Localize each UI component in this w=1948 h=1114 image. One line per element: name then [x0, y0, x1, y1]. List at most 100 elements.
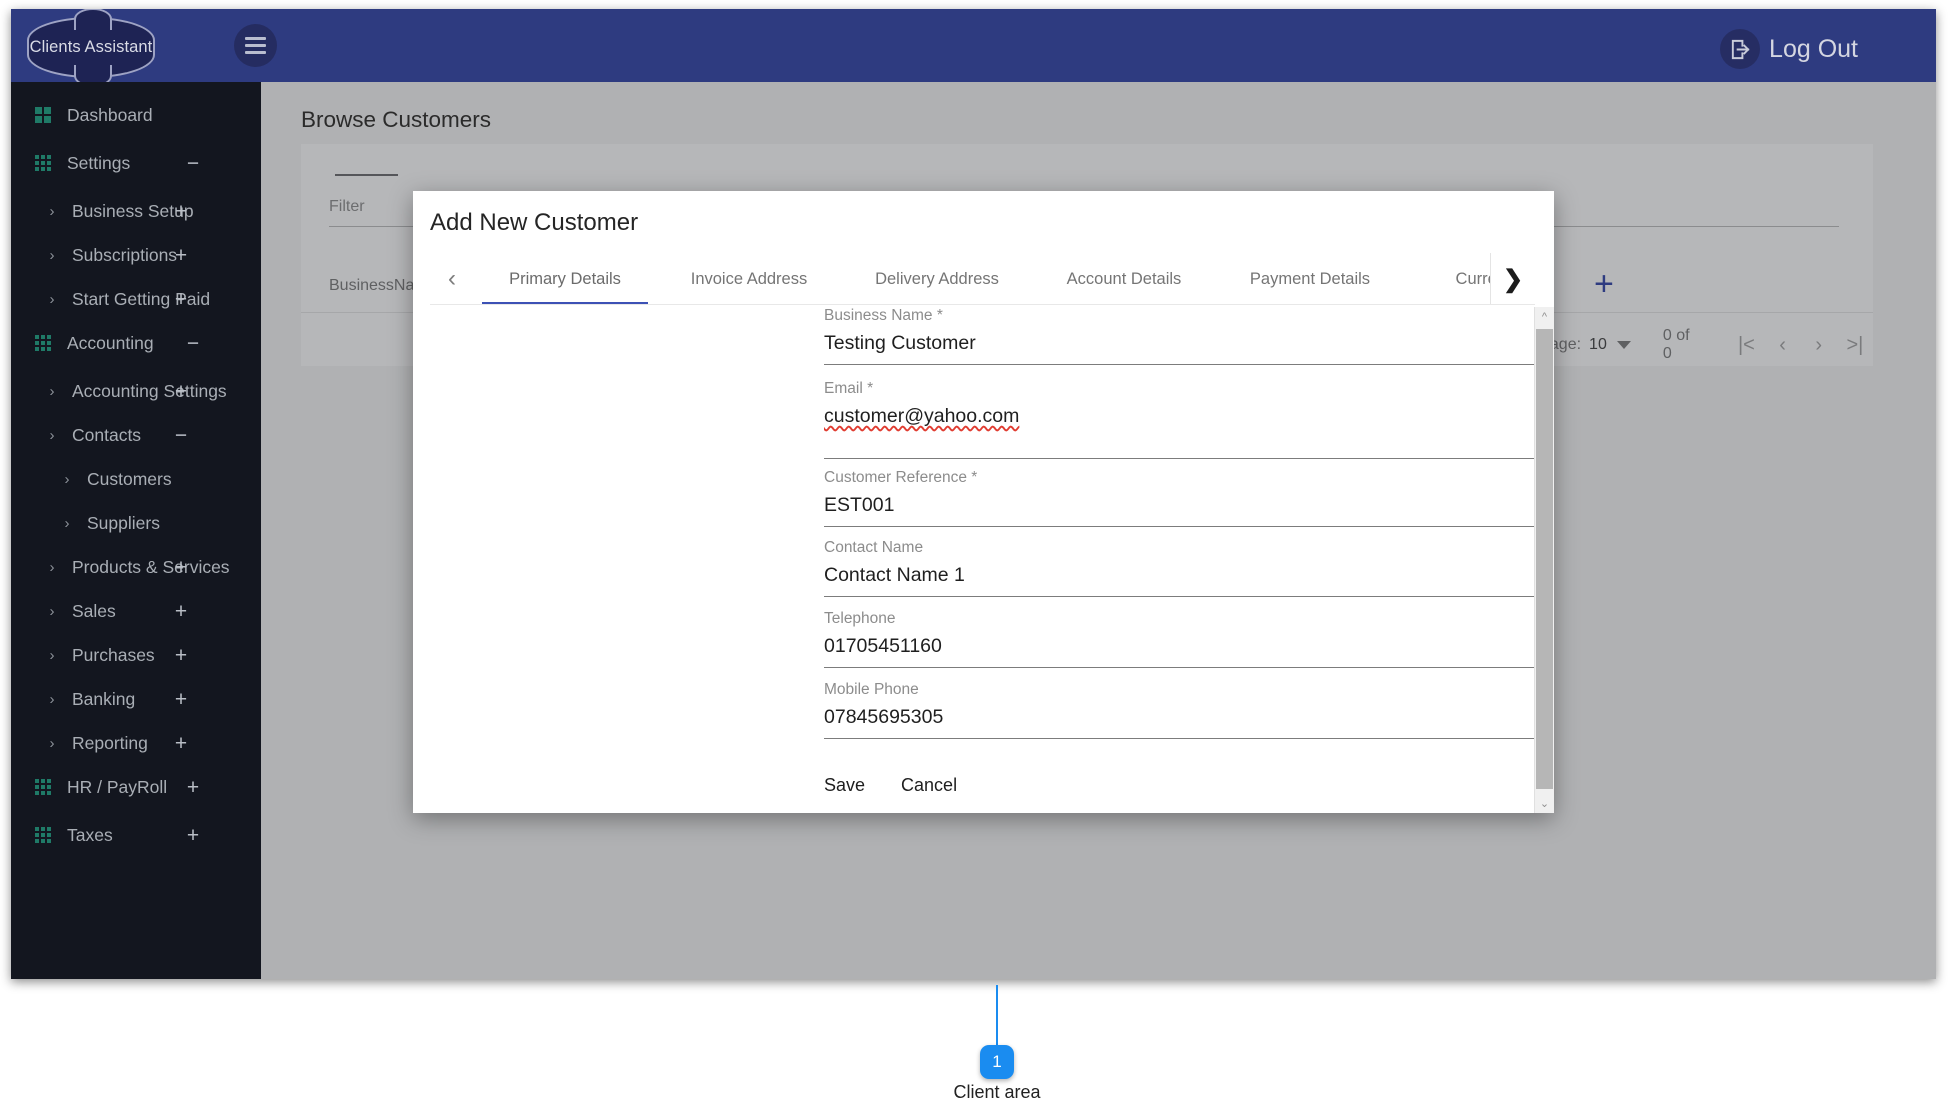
chevron-right-icon: ›: [49, 202, 55, 220]
apps-tile: [47, 833, 51, 837]
sidebar-item-hr-payroll[interactable]: HR / PayRoll +: [11, 768, 261, 806]
form-field-email: Email * customer@yahoo.com: [824, 380, 1554, 459]
apps-grid-icon: [35, 155, 51, 171]
sidebar-item-settings[interactable]: Settings −: [11, 144, 261, 182]
sidebar-item-accounting[interactable]: Accounting −: [11, 324, 261, 362]
sidebar-item-business-setup[interactable]: › Business Setup +: [11, 192, 261, 230]
sidebar-item-customers[interactable]: › Customers: [11, 460, 261, 498]
field-label-mobile-phone: Mobile Phone: [824, 681, 919, 698]
apps-tile: [47, 347, 51, 351]
sidebar-item-reporting[interactable]: › Reporting +: [11, 724, 261, 762]
hamburger-icon[interactable]: [234, 24, 277, 67]
chevron-right-icon[interactable]: ❯: [1490, 253, 1535, 305]
apps-tile: [41, 167, 45, 171]
dialog-scrollbar[interactable]: ^ ⌄: [1534, 307, 1554, 813]
chevron-right-icon: ›: [49, 426, 55, 444]
chevron-up-icon[interactable]: ^: [1535, 307, 1554, 326]
apps-tile: [35, 839, 39, 843]
chevron-left-icon[interactable]: ‹: [430, 253, 474, 305]
sidebar-item-suppliers[interactable]: › Suppliers: [11, 504, 261, 542]
app-logo-badge[interactable]: Clients Assistant: [27, 9, 155, 87]
paginator-range-label: 0 of 0: [1662, 327, 1690, 362]
chevron-right-icon: ›: [49, 646, 55, 664]
sidebar-item-expand-toggle[interactable]: +: [161, 777, 225, 798]
sidebar-item-expand-toggle[interactable]: −: [149, 425, 213, 446]
tab-currency[interactable]: Currency: [1404, 253, 1490, 305]
field-input-mobile-phone[interactable]: 07845695305: [824, 706, 1554, 739]
sidebar-item-expand-toggle[interactable]: +: [149, 201, 213, 222]
apps-tile: [35, 779, 39, 783]
chevron-down-icon[interactable]: ⌄: [1535, 794, 1554, 813]
sidebar-item-expand-toggle[interactable]: +: [149, 645, 213, 666]
apps-tile: [41, 827, 45, 831]
sidebar-item-taxes[interactable]: Taxes +: [11, 816, 261, 854]
paginator-last-button[interactable]: >|: [1837, 334, 1873, 357]
logout-button[interactable]: Log Out: [1720, 29, 1858, 69]
sidebar-item-expand-toggle[interactable]: +: [149, 557, 213, 578]
apps-tile: [47, 779, 51, 783]
tab-label: Delivery Address: [875, 269, 999, 288]
sidebar-item-purchases[interactable]: › Purchases +: [11, 636, 261, 674]
sidebar-item-expand-toggle[interactable]: +: [161, 825, 225, 846]
sidebar-item-expand-toggle[interactable]: +: [149, 289, 213, 310]
sidebar-item-expand-toggle[interactable]: +: [149, 733, 213, 754]
apps-tile: [41, 341, 45, 345]
sidebar-item-expand-toggle[interactable]: +: [149, 689, 213, 710]
apps-tile: [47, 155, 51, 159]
apps-tile: [41, 161, 45, 165]
apps-tile: [41, 347, 45, 351]
sidebar-item-expand-toggle[interactable]: −: [161, 333, 225, 354]
sidebar-item-products-services[interactable]: › Products & Services +: [11, 548, 261, 586]
field-label-business-name: Business Name *: [824, 307, 943, 324]
sidebar-item-list: Dashboard Settings − › Business Setup + › Subsc…: [11, 96, 261, 864]
tab-delivery-address[interactable]: Delivery Address: [842, 253, 1032, 305]
field-input-email[interactable]: customer@yahoo.com: [824, 405, 1554, 459]
add-customer-plus-icon[interactable]: +: [1594, 267, 1614, 301]
field-input-customer-reference[interactable]: EST001: [824, 494, 1554, 527]
sidebar-item-start-getting-paid[interactable]: › Start Getting Paid +: [11, 280, 261, 318]
sidebar-item-contacts[interactable]: › Contacts −: [11, 416, 261, 454]
sidebar-item-accounting-settings[interactable]: › Accounting Settings +: [11, 372, 261, 410]
form-field-telephone: Telephone 01705451160: [824, 610, 1554, 668]
sidebar-item-expand-toggle[interactable]: −: [161, 153, 225, 174]
cancel-button[interactable]: Cancel: [901, 775, 957, 796]
apps-tile: [41, 779, 45, 783]
sidebar-item-subscriptions[interactable]: › Subscriptions +: [11, 236, 261, 274]
tab-primary-details[interactable]: Primary Details: [474, 253, 656, 305]
sidebar-item-banking[interactable]: › Banking +: [11, 680, 261, 718]
paginator-prev-button[interactable]: ‹: [1765, 334, 1801, 357]
chevron-right-icon: ›: [49, 246, 55, 264]
tab-label: Account Details: [1066, 269, 1182, 288]
chevron-right-icon: ›: [49, 734, 55, 752]
paginator-first-button[interactable]: |<: [1728, 334, 1764, 357]
sidebar-item-expand-toggle[interactable]: +: [149, 245, 213, 266]
field-label-contact-name: Contact Name: [824, 539, 924, 556]
apps-tile: [47, 785, 51, 789]
tab-invoice-address[interactable]: Invoice Address: [656, 253, 842, 305]
dialog-scrollbar-thumb[interactable]: [1536, 329, 1553, 789]
paginator-next-button[interactable]: ›: [1801, 334, 1837, 357]
sidebar-item-expand-toggle[interactable]: +: [149, 381, 213, 402]
tab-label: Currency: [1455, 269, 1490, 288]
dashboard-tile: [35, 116, 42, 123]
sidebar-navigation[interactable]: Dashboard Settings − › Business Setup + › Subsc…: [11, 82, 261, 979]
apps-tile: [35, 827, 39, 831]
field-input-contact-name[interactable]: Contact Name 1: [824, 564, 1554, 597]
chevron-down-icon[interactable]: [1616, 341, 1631, 349]
apps-tile: [41, 335, 45, 339]
save-button[interactable]: Save: [824, 775, 865, 796]
tab-account-details[interactable]: Account Details: [1032, 253, 1216, 305]
chevron-right-icon: ›: [49, 290, 55, 308]
apps-grid-icon: [35, 335, 51, 351]
field-input-business-name[interactable]: Testing Customer: [824, 332, 1554, 365]
sidebar-item-dashboard[interactable]: Dashboard: [11, 96, 261, 134]
apps-grid-icon: [35, 779, 51, 795]
top-app-bar: Clients Assistant Log Out: [11, 9, 1936, 87]
apps-tile: [41, 791, 45, 795]
sidebar-item-expand-toggle[interactable]: +: [149, 601, 213, 622]
chevron-right-icon: ›: [49, 558, 55, 576]
tab-payment-details[interactable]: Payment Details: [1216, 253, 1404, 305]
sidebar-item-sales[interactable]: › Sales +: [11, 592, 261, 630]
field-input-telephone[interactable]: 01705451160: [824, 635, 1554, 668]
items-per-page-value[interactable]: 10: [1589, 336, 1607, 354]
